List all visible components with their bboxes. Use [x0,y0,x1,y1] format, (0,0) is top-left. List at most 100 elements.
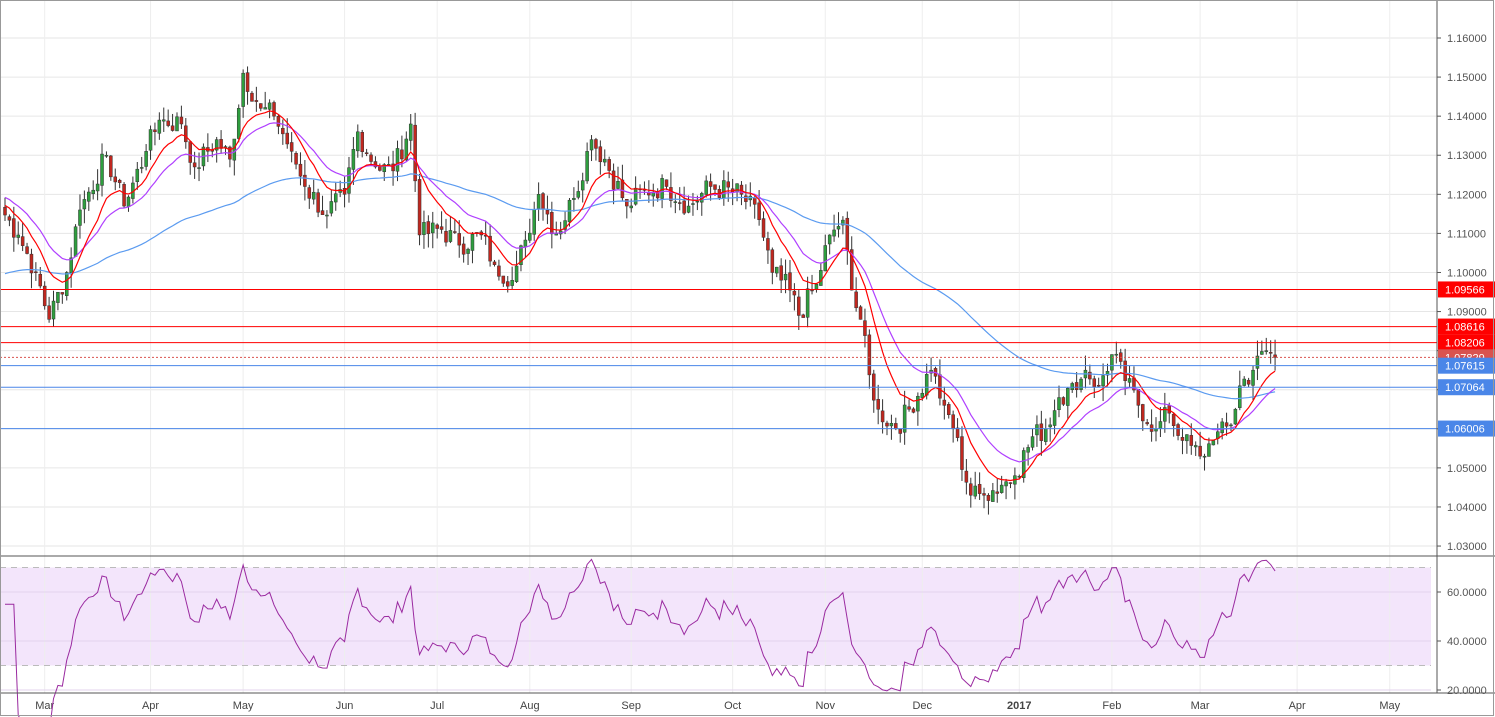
candle-body [1039,423,1044,441]
price-tick-label: 1.03000 [1447,541,1487,553]
candle-body [148,129,153,151]
candle [109,155,113,181]
x-tick-label: Nov [815,700,835,712]
candle-body [1066,388,1070,406]
rsi-band [0,567,1431,666]
candle-body [12,218,16,238]
candle-body [1123,360,1127,381]
candle-body [1044,428,1048,442]
candle-body [439,226,444,230]
price-tick-label: 1.16000 [1447,33,1487,45]
candle-body [1070,383,1074,390]
candle-body [999,484,1004,493]
candle-body [916,395,920,412]
candle-body [100,153,104,186]
candle-body [898,428,902,434]
candle-body [245,72,250,92]
candle-body [197,167,201,169]
candle-body [682,200,686,214]
candle-body [448,230,453,242]
price-chart[interactable]: 1.16000 1.15000 1.14000 1.13000 1.12000 1.110… [0,0,1495,717]
candle-body [832,229,836,237]
candle-body [311,191,316,200]
candle-body [775,266,779,274]
candle-body [334,193,338,203]
candle-body [117,179,122,183]
candle-body [836,226,841,230]
candle-body [408,123,413,141]
candle-body [1255,355,1260,369]
candle-body [704,180,708,195]
candle-body [1220,421,1224,434]
candle-body [1185,434,1189,442]
candle-body [175,116,179,132]
candle-body [1114,353,1119,356]
candle-body [1127,378,1132,383]
candle-body [457,233,461,246]
candle-body [863,320,867,336]
candle-body [360,132,364,152]
candle-body [109,155,113,178]
candle-body [184,125,188,143]
candle-body [281,127,285,135]
candle-body [316,192,320,213]
candle-body [298,163,303,177]
candle-body [1193,445,1198,448]
candle-body [739,184,744,195]
candle-body [616,181,620,189]
candle-body [788,272,792,291]
candle-body [810,289,814,292]
candle-body [1176,424,1180,436]
candle-body [325,214,329,217]
candle-body [95,183,100,192]
x-tick-label: Aug [520,700,540,712]
candle-body [426,221,431,235]
rsi-tick-label: 20.0000 [1447,685,1487,697]
candle-body [1207,443,1211,457]
candle-body [78,209,82,226]
candle-body [34,271,38,274]
candle-body [960,436,964,470]
candle-body [894,423,898,430]
candle-body [104,154,109,157]
candle-body [819,270,823,286]
candle-body [986,494,991,501]
candle-body [254,100,259,102]
x-tick-label: Oct [724,700,741,712]
candle-body [677,202,682,204]
candle-body [1030,436,1035,448]
candle [73,224,78,257]
candle-body [576,191,581,198]
candle-body [691,203,695,205]
candle-body [920,392,925,398]
candle-body [1026,447,1030,453]
candle-body [1096,384,1101,387]
price-tick-label: 1.15000 [1447,72,1487,84]
candle-body [1074,382,1079,390]
rsi-tick-label: 60.0000 [1447,587,1487,599]
candle-body [435,224,439,229]
candle-body [1057,397,1061,411]
candle-body [991,490,995,502]
candle-body [162,119,166,122]
candle-body [664,179,669,187]
candle-body [797,296,801,316]
candle-body [1048,424,1052,428]
candle-body [744,195,748,202]
level-label: 1.09566 [1445,284,1485,296]
candle-body [757,202,761,220]
candle-body [413,124,417,182]
candle-body [889,423,894,427]
candle-body [60,292,65,295]
candle [122,182,126,209]
candle-body [51,300,56,320]
candle-body [669,187,673,201]
candle-body [1141,404,1145,422]
candle-body [1242,378,1246,386]
candle-body [598,146,603,163]
candle-body [823,245,828,272]
x-tick-label: Apr [1289,700,1306,712]
candle-body [303,174,307,187]
candle-body [1229,424,1233,427]
price-panel [0,0,1437,555]
